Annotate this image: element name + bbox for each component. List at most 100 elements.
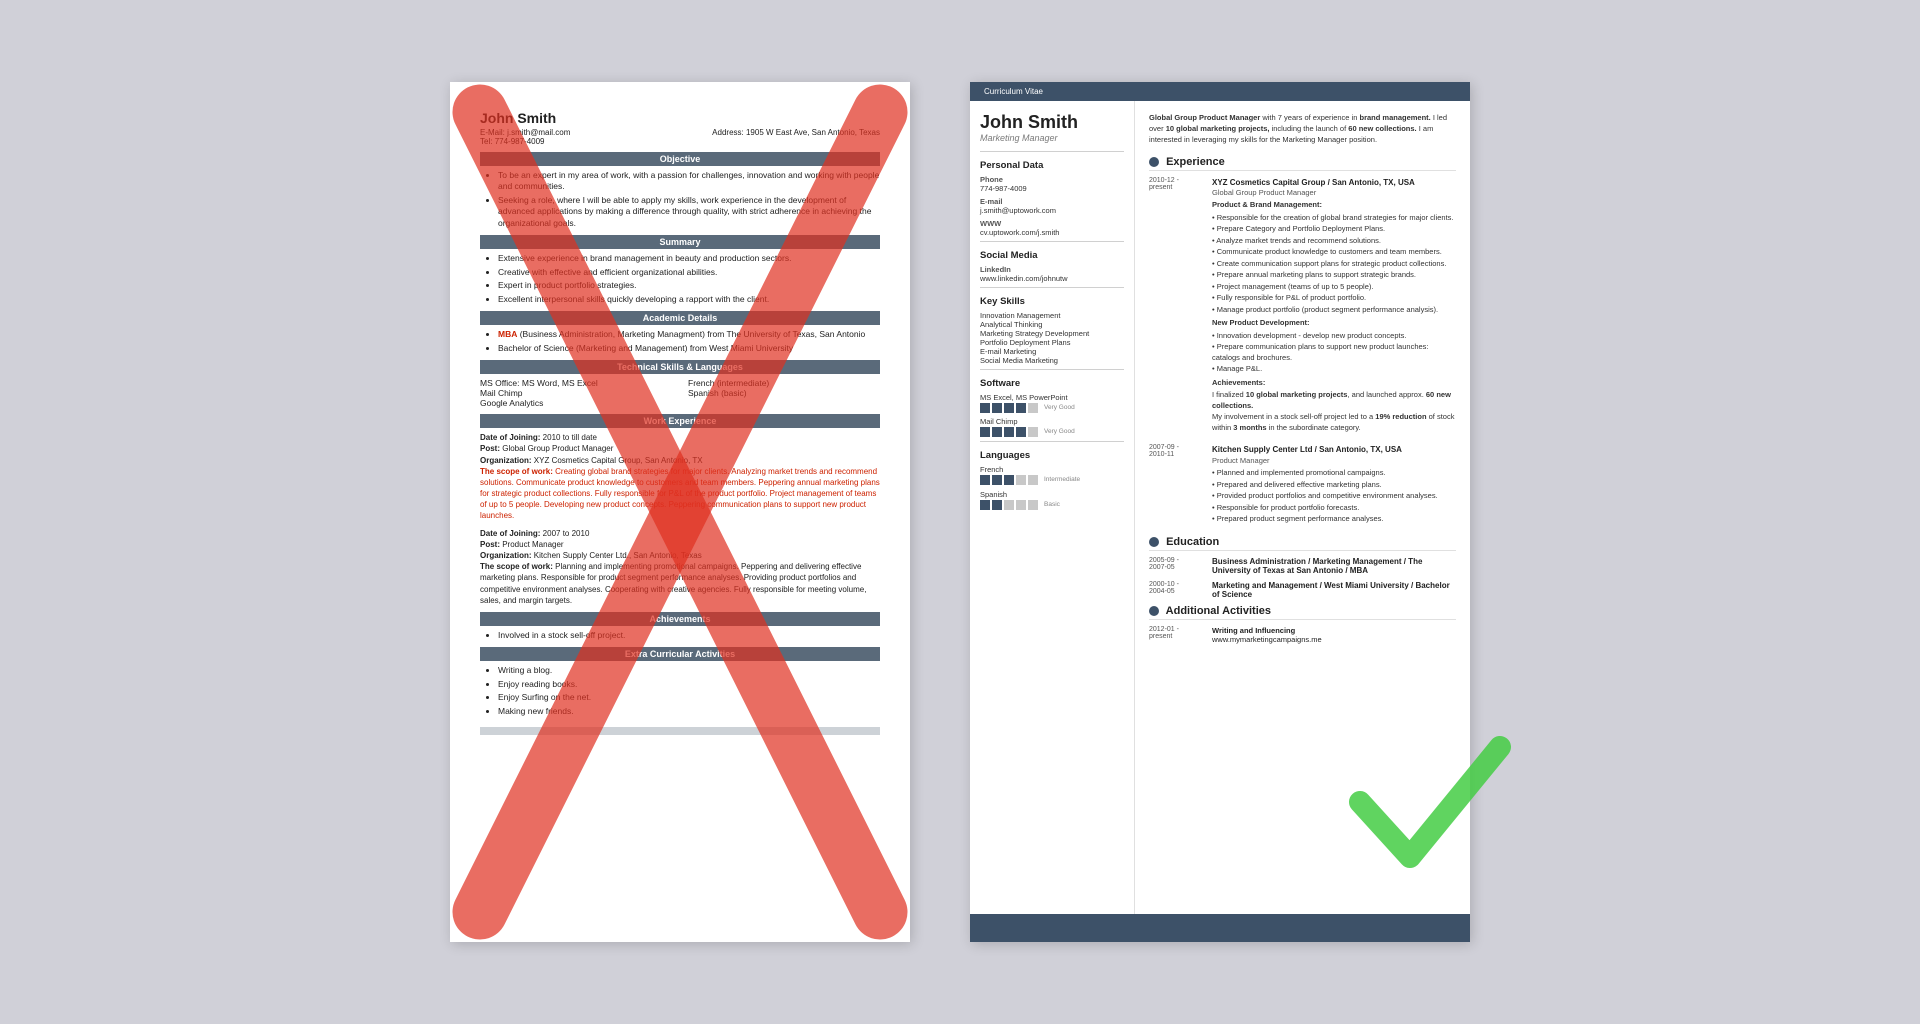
edu-content: Marketing and Management / West Miami Un… <box>1212 581 1456 599</box>
www-label: WWW <box>980 219 1124 228</box>
summary-list: Extensive experience in brand management… <box>480 253 880 305</box>
list-item: Expert in product portfolio strategies. <box>498 280 880 291</box>
resume-right: Curriculum Vitae John Smith Marketing Ma… <box>970 82 1470 942</box>
list-item: • Responsible for the creation of global… <box>1212 213 1456 224</box>
list-item: • Analyze market trends and recommend so… <box>1212 236 1456 247</box>
bold-text: Global Group Product Manager <box>1149 113 1260 122</box>
list-item: Extensive experience in brand management… <box>498 253 880 264</box>
software-title: Software <box>980 378 1124 389</box>
skill-bar-msexcel: MS Excel, MS PowerPoint Very Good <box>980 393 1124 413</box>
add-detail: www.mymarketingcampaigns.me <box>1212 635 1456 644</box>
list-item: Bachelor of Science (Marketing and Manag… <box>498 343 880 354</box>
list-item: To be an expert in my area of work, with… <box>498 170 880 193</box>
list-item: • Manage P&L. <box>1212 364 1456 375</box>
add-activity: Writing and Influencing <box>1212 626 1456 635</box>
email-value: j.smith@mail.com <box>507 128 570 137</box>
academic-list: MBA (Business Administration, Marketing … <box>480 329 880 354</box>
cv-header-bar: Curriculum Vitae <box>970 82 1470 101</box>
skill-bar-mailchimp: Mail Chimp Very Good <box>980 417 1124 437</box>
experience-entry-2: 2007-09 -2010-11 Kitchen Supply Center L… <box>1149 444 1456 525</box>
experience-entry-1: 2010-12 -present XYZ Cosmetics Capital G… <box>1149 177 1456 435</box>
resume-left: John Smith E-Mail: j.smith@mail.com Tel:… <box>450 82 910 942</box>
skill-block <box>1004 427 1014 437</box>
skill-block <box>980 427 990 437</box>
skill-block-empty <box>1028 427 1038 437</box>
phone-label: Phone <box>980 175 1124 184</box>
email-label: E-mail <box>980 197 1124 206</box>
work-entry-2: Date of Joining: 2007 to 2010 Post: Prod… <box>480 528 880 606</box>
list-item: French (intermediate) <box>688 378 880 388</box>
intro-text: Global Group Product Manager with 7 year… <box>1149 113 1456 146</box>
lang-track: Intermediate <box>980 475 1124 485</box>
right-bottom-bar <box>970 914 1470 942</box>
edu-entry-1: 2005-09 -2007-05 Business Administration… <box>1149 557 1456 575</box>
exp-company: Kitchen Supply Center Ltd / San Antonio,… <box>1212 444 1456 455</box>
list-item: • Prepare annual marketing plans to supp… <box>1212 270 1456 281</box>
list-item: • Communicate product knowledge to custo… <box>1212 247 1456 258</box>
www-value: cv.uptowork.com/j.smith <box>980 228 1124 237</box>
edu-degree: Business Administration / Marketing Mana… <box>1212 557 1456 575</box>
resume-right-wrapper: Curriculum Vitae John Smith Marketing Ma… <box>970 82 1470 942</box>
work-scope: The scope of work: Creating global brand… <box>480 466 880 522</box>
lang-rating: Intermediate <box>1044 476 1080 483</box>
list-item: • Manage product portfolio (product segm… <box>1212 305 1456 316</box>
additional-label: Additional Activities <box>1166 605 1271 617</box>
list-item: Spanish (basic) <box>688 388 880 398</box>
skills-col-right: French (intermediate) Spanish (basic) <box>688 378 880 408</box>
skill-block <box>980 403 990 413</box>
divider <box>980 287 1124 288</box>
divider <box>980 369 1124 370</box>
list-item: Analytical Thinking <box>980 320 1124 329</box>
personal-data-title: Personal Data <box>980 160 1124 171</box>
divider <box>980 151 1124 152</box>
skill-block <box>992 403 1002 413</box>
address-label: Address: <box>712 128 744 137</box>
add-entry-1: 2012-01 -present Writing and Influencing… <box>1149 626 1456 644</box>
list-item: • Prepare communication plans to support… <box>1212 342 1456 363</box>
lang-track: Basic <box>980 500 1124 510</box>
list-item: Creative with effective and efficient or… <box>498 267 880 278</box>
left-name: John Smith <box>480 110 880 126</box>
key-skills-list: Innovation Management Analytical Thinkin… <box>980 311 1124 365</box>
list-item: Portfolio Deployment Plans <box>980 338 1124 347</box>
skill-rating: Very Good <box>1044 428 1075 435</box>
list-item: Innovation Management <box>980 311 1124 320</box>
objective-header: Objective <box>480 152 880 166</box>
edu-dates: 2000-10 -2004-05 <box>1149 581 1204 599</box>
email-value: j.smith@uptowork.com <box>980 206 1124 215</box>
skill-block-empty <box>1028 500 1038 510</box>
work-entry-1: Date of Joining: 2010 to till date Post:… <box>480 432 880 522</box>
education-label: Education <box>1166 536 1219 548</box>
skill-block <box>980 475 990 485</box>
divider <box>980 241 1124 242</box>
exp-subsection: New Product Development: <box>1212 318 1456 329</box>
address-block: Address: 1905 W East Ave, San Antonio, T… <box>712 128 880 146</box>
tel-value: 774-987-4009 <box>495 137 545 146</box>
lang-rating: Basic <box>1044 501 1060 508</box>
list-item: My involvement in a stock sell-off proje… <box>1212 412 1456 433</box>
tel-label: Tel: <box>480 137 492 146</box>
skills-row: MS Office: MS Word, MS Excel Mail Chimp … <box>480 378 880 408</box>
list-item: • Prepared product segment performance a… <box>1212 514 1456 525</box>
lang-name: French <box>980 465 1124 474</box>
list-item: • Responsible for product portfolio fore… <box>1212 503 1456 514</box>
sidebar: John Smith Marketing Manager Personal Da… <box>970 101 1135 914</box>
skill-block-empty <box>1004 500 1014 510</box>
contact-row: E-Mail: j.smith@mail.com Tel: 774-987-40… <box>480 128 880 146</box>
skill-block <box>992 475 1002 485</box>
edu-dates: 2005-09 -2007-05 <box>1149 557 1204 575</box>
skills-col-left: MS Office: MS Word, MS Excel Mail Chimp … <box>480 378 672 408</box>
edu-content: Business Administration / Marketing Mana… <box>1212 557 1456 575</box>
academic-header: Academic Details <box>480 311 880 325</box>
social-media-title: Social Media <box>980 250 1124 261</box>
right-title: Marketing Manager <box>980 133 1124 143</box>
lang-bar-spanish: Spanish Basic <box>980 490 1124 510</box>
add-dates: 2012-01 -present <box>1149 626 1204 644</box>
address-value: 1905 W East Ave, San Antonio, Texas <box>746 128 880 137</box>
experience-section-title: Experience <box>1149 156 1456 171</box>
skill-block <box>992 427 1002 437</box>
work-header: Work Experience <box>480 414 880 428</box>
exp-subsection: Product & Brand Management: <box>1212 200 1456 211</box>
summary-header: Summary <box>480 235 880 249</box>
list-item: E-mail Marketing <box>980 347 1124 356</box>
